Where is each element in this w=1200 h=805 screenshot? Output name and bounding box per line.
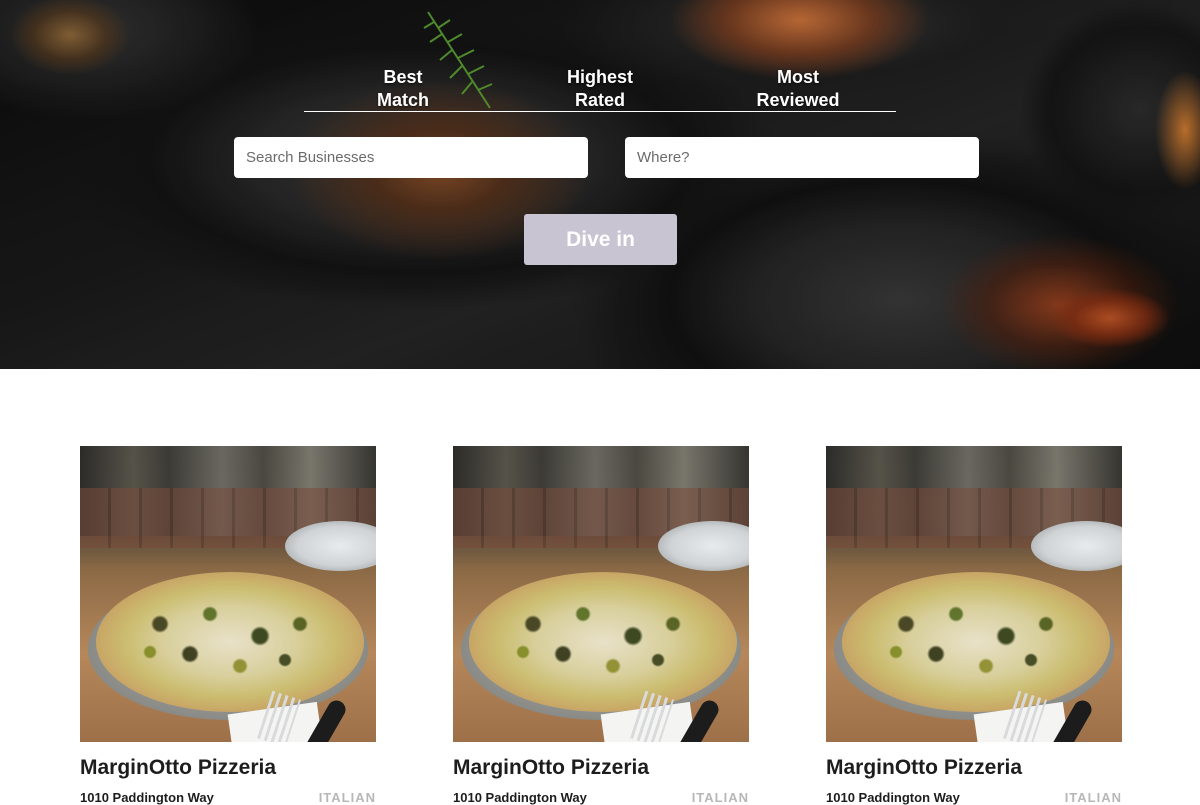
hero-food-photo [0, 0, 1200, 369]
search-businesses-input[interactable] [234, 137, 588, 178]
tab-most-reviewed[interactable]: Most Reviewed [748, 66, 848, 112]
tab-highest-rated[interactable]: Highest Rated [558, 66, 642, 112]
tab-best-match[interactable]: Best Match [370, 66, 436, 112]
business-category: ITALIAN [318, 790, 376, 805]
tab-highest-rated-line1: Highest [566, 67, 633, 87]
business-name[interactable]: MarginOtto Pizzeria [80, 756, 276, 780]
tab-best-match-line2: Match [376, 90, 429, 110]
dive-in-button[interactable]: Dive in [524, 214, 677, 265]
business-address: 1010 Paddington Way [826, 790, 960, 805]
business-name[interactable]: MarginOtto Pizzeria [826, 756, 1022, 780]
business-card[interactable]: MarginOtto Pizzeria 1010 Paddington Way … [453, 446, 749, 805]
business-photo[interactable] [826, 446, 1122, 742]
business-photo[interactable] [453, 446, 749, 742]
location-input[interactable] [625, 137, 979, 178]
business-category: ITALIAN [1064, 790, 1122, 805]
business-card[interactable]: MarginOtto Pizzeria 1010 Paddington Way … [80, 446, 376, 805]
business-name[interactable]: MarginOtto Pizzeria [453, 756, 649, 780]
tab-highest-rated-line2: Rated [574, 90, 625, 110]
sort-tabs: Best Match Highest Rated Most Reviewed [304, 66, 896, 112]
business-card[interactable]: MarginOtto Pizzeria 1010 Paddington Way … [826, 446, 1122, 805]
hero-banner: Best Match Highest Rated Most Reviewed D… [0, 0, 1200, 369]
business-photo[interactable] [80, 446, 376, 742]
business-category: ITALIAN [691, 790, 749, 805]
tab-best-match-line1: Best [383, 67, 423, 87]
business-address: 1010 Paddington Way [80, 790, 214, 805]
tab-most-reviewed-line1: Most [777, 67, 819, 87]
tab-most-reviewed-line2: Reviewed [756, 90, 840, 110]
business-address: 1010 Paddington Way [453, 790, 587, 805]
